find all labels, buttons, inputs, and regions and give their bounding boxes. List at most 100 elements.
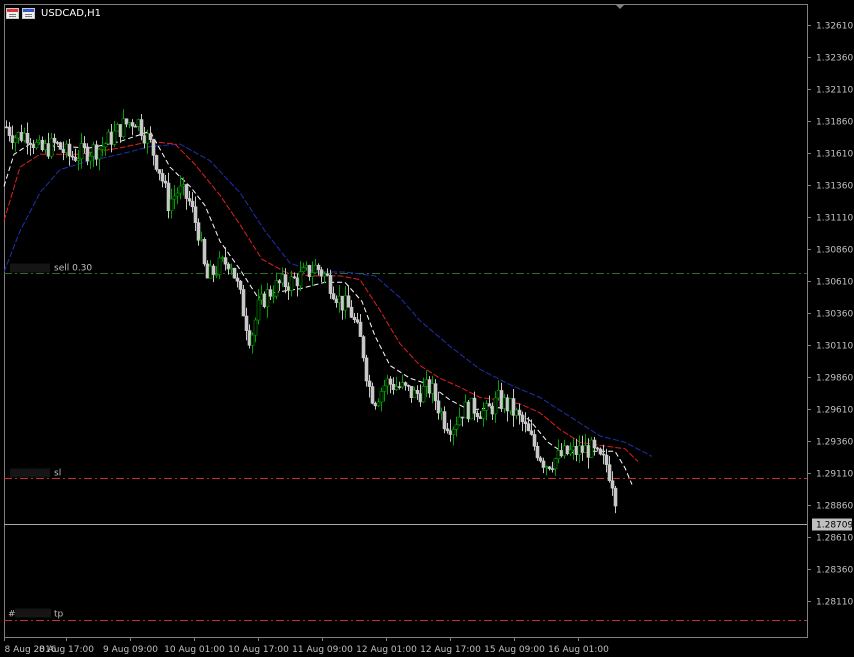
- candle-body: [139, 119, 144, 136]
- candle-body: [169, 198, 174, 211]
- candle-body: [475, 413, 480, 418]
- candle-body: [340, 295, 345, 311]
- candle-body: [94, 144, 99, 160]
- candle-body: [247, 330, 252, 346]
- time-axis-label: 15 Aug 09:00: [484, 645, 545, 655]
- candle-body: [46, 143, 51, 157]
- candle-body: [550, 468, 555, 470]
- candle-body: [514, 409, 519, 416]
- candle-body: [61, 149, 66, 153]
- candle-body: [262, 293, 267, 308]
- candle-body: [160, 173, 165, 182]
- candle-body: [214, 274, 219, 276]
- candles-group: [4, 109, 618, 514]
- candle-body: [193, 206, 198, 223]
- candle-body: [43, 143, 48, 151]
- candle-body: [553, 458, 558, 470]
- candle-body: [421, 386, 426, 403]
- candle-body: [163, 180, 168, 184]
- candle-body: [541, 460, 546, 468]
- candle-body: [532, 434, 537, 447]
- candle-body: [466, 401, 471, 420]
- candle-body: [25, 132, 30, 144]
- chart-window-icon[interactable]: [6, 7, 19, 19]
- sell-order-label: sell 0.30: [54, 264, 92, 274]
- candle-body: [379, 391, 384, 403]
- candle-body: [58, 142, 63, 150]
- candle-body: [181, 184, 186, 187]
- candle-body: [331, 293, 336, 300]
- candle-body: [469, 397, 474, 420]
- candle-body: [88, 155, 93, 162]
- candle-body: [592, 439, 597, 449]
- candle-body: [589, 439, 594, 458]
- candle-body: [34, 141, 39, 148]
- candle-body: [82, 143, 87, 148]
- candle-body: [265, 289, 270, 308]
- price-axis-label: 1.28110: [816, 598, 853, 608]
- candle-body: [76, 158, 81, 161]
- candle-body: [448, 430, 453, 435]
- time-axis-label: 11 Aug 09:00: [292, 645, 353, 655]
- candle-body: [268, 289, 273, 297]
- candle-body: [166, 182, 171, 211]
- candle-body: [403, 382, 408, 386]
- price-axis-label: 1.30360: [816, 310, 853, 320]
- sell-ticket-redacted: [10, 263, 50, 273]
- candle-body: [310, 272, 315, 277]
- candle-body: [121, 118, 126, 138]
- candle-body: [241, 289, 246, 317]
- candle-body: [127, 122, 132, 125]
- candle-body: [286, 286, 291, 291]
- price-axis-label: 1.29110: [816, 470, 853, 480]
- candle-body: [289, 276, 294, 291]
- take-profit-prefix: #: [8, 610, 16, 620]
- plot-frame: [4, 4, 808, 638]
- candle-body: [400, 382, 405, 388]
- candle-body: [202, 238, 207, 265]
- candle-body: [493, 397, 498, 415]
- candle-body: [250, 334, 255, 346]
- candle-body: [373, 403, 378, 407]
- candle-body: [133, 125, 138, 128]
- candle-body: [436, 400, 441, 414]
- candle-body: [382, 385, 387, 392]
- candle-body: [28, 142, 33, 145]
- time-axis-label: 9 Aug 09:00: [103, 645, 158, 655]
- price-axis-label: 1.31110: [816, 214, 853, 224]
- candle-body: [55, 142, 60, 144]
- candle-body: [304, 265, 309, 269]
- candle-body: [70, 155, 75, 158]
- candle-body: [523, 421, 528, 425]
- candle-body: [349, 306, 354, 318]
- candle-body: [148, 133, 153, 140]
- candle-body: [358, 321, 363, 337]
- ma-mid-line: [3, 140, 639, 462]
- candle-body: [226, 263, 231, 270]
- candle-body: [346, 295, 351, 308]
- candle-body: [187, 198, 192, 202]
- candle-body: [184, 184, 189, 199]
- candle-body: [484, 403, 489, 411]
- candle-body: [496, 390, 501, 399]
- candle-body: [16, 132, 21, 139]
- candle-body: [22, 132, 27, 141]
- price-chart[interactable]: 1.32610 1.32360 1.32110 1.31860 1.31610 1.313…: [0, 0, 854, 657]
- price-axis-label: 1.28360: [816, 566, 853, 576]
- candle-body: [151, 139, 156, 156]
- chart-window-icon-alt[interactable]: [22, 7, 35, 19]
- price-axis-label: 1.32610: [816, 22, 853, 32]
- candle-body: [196, 222, 201, 241]
- candle-body: [124, 118, 129, 125]
- candle-body: [613, 487, 618, 507]
- candle-body: [130, 122, 135, 127]
- candle-body: [217, 257, 222, 275]
- candle-body: [604, 454, 609, 465]
- candle-body: [394, 386, 399, 390]
- candle-body: [442, 411, 447, 430]
- candle-body: [343, 295, 348, 311]
- candle-body: [253, 319, 258, 336]
- candle-body: [370, 386, 375, 404]
- candle-body: [430, 383, 435, 394]
- price-axis-label: 1.30610: [816, 278, 853, 288]
